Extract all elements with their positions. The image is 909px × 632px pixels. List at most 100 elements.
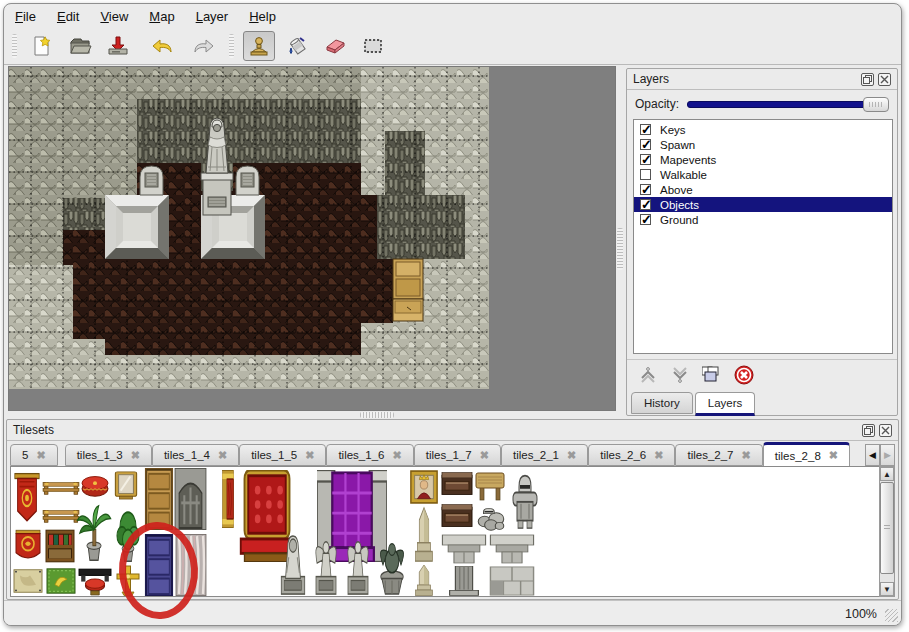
tileset-tab-tiles_1_3[interactable]: tiles_1_3✖ — [65, 444, 152, 466]
tile-loom[interactable] — [42, 475, 80, 499]
menu-edit[interactable]: Edit — [57, 9, 79, 24]
splitter-vertical-grip[interactable] — [617, 228, 623, 270]
tile-red-pouf[interactable] — [79, 470, 111, 500]
tileset-scrollbar[interactable]: ▲ ▼ — [879, 466, 895, 597]
tile-parchment[interactable] — [12, 566, 44, 596]
raise-layer-button[interactable] — [637, 364, 659, 386]
map-viewport[interactable] — [8, 66, 616, 411]
layer-row-walkable[interactable]: Walkable — [634, 167, 892, 182]
tileset-tab-tiles_1_4[interactable]: tiles_1_4✖ — [152, 444, 239, 466]
close-tab-icon[interactable]: ✖ — [654, 449, 663, 462]
splitter-horizontal-grip[interactable] — [360, 412, 394, 418]
tile-obelisk[interactable] — [409, 564, 439, 596]
layer-checkbox[interactable] — [640, 169, 651, 180]
layer-row-above[interactable]: Above — [634, 182, 892, 197]
tileset-tab-tiles_2_1[interactable]: tiles_2_1✖ — [501, 444, 588, 466]
close-tab-icon[interactable]: ✖ — [392, 449, 401, 462]
close-tab-icon[interactable]: ✖ — [218, 449, 227, 462]
close-tab-icon[interactable]: ✖ — [36, 449, 45, 462]
tabs-scroll-left-button[interactable]: ◀ — [865, 444, 880, 466]
layer-row-keys[interactable]: Keys — [634, 122, 892, 137]
close-tab-icon[interactable]: ✖ — [305, 449, 314, 462]
tileset-tab-tiles_2_7[interactable]: tiles_2_7✖ — [675, 444, 762, 466]
opacity-slider-handle[interactable] — [863, 97, 889, 112]
layer-checkbox[interactable] — [640, 154, 651, 165]
tile-bookshelf[interactable] — [44, 528, 76, 564]
tileset-tab-tiles_1_6[interactable]: tiles_1_6✖ — [326, 444, 413, 466]
menu-help[interactable]: Help — [249, 9, 276, 24]
tile-brown-shelf[interactable] — [441, 502, 473, 530]
layer-checkbox[interactable] — [640, 199, 651, 210]
layer-row-objects[interactable]: Objects — [634, 197, 892, 212]
tile-green-flag[interactable] — [45, 566, 77, 596]
layer-row-spawn[interactable]: Spawn — [634, 137, 892, 152]
tile-brown-shelf[interactable] — [441, 470, 473, 498]
tile-gargoyle-pot[interactable] — [374, 534, 410, 596]
tabs-scroll-right-button[interactable]: ▶ — [880, 444, 895, 466]
tile-palm-plant[interactable] — [75, 504, 113, 562]
eraser-tool-button[interactable] — [319, 31, 351, 61]
menu-map[interactable]: Map — [149, 9, 174, 24]
tile-stone-gate[interactable] — [174, 468, 207, 530]
tile-dragon-banner[interactable] — [12, 528, 44, 564]
tile-gold-column[interactable] — [219, 470, 237, 528]
tile-knight-armor[interactable] — [509, 470, 541, 530]
layer-checkbox[interactable] — [640, 124, 651, 135]
lower-layer-button[interactable] — [669, 364, 691, 386]
scroll-up-button[interactable]: ▲ — [880, 467, 894, 481]
fill-tool-button[interactable] — [281, 31, 313, 61]
stamp-tool-button[interactable] — [243, 31, 275, 61]
tile-obelisk[interactable] — [409, 506, 439, 562]
close-tab-icon[interactable]: ✖ — [480, 449, 489, 462]
tile-robed-statue[interactable] — [276, 534, 310, 596]
scrollbar-thumb[interactable] — [880, 482, 894, 574]
menu-file[interactable]: File — [15, 9, 36, 24]
tileset-tab-tiles_1_5[interactable]: tiles_1_5✖ — [239, 444, 326, 466]
opacity-slider[interactable] — [687, 96, 889, 112]
tileset-tab-tiles_2_6[interactable]: tiles_2_6✖ — [588, 444, 675, 466]
new-file-button[interactable] — [26, 31, 58, 61]
tile-wood-sign[interactable] — [474, 470, 506, 502]
tile-pillar-cap[interactable] — [441, 532, 487, 564]
tab-layers[interactable]: Layers — [695, 392, 756, 416]
select-tool-button[interactable] — [357, 31, 389, 61]
tab-history[interactable]: History — [631, 392, 693, 414]
toolbar-grip[interactable] — [12, 34, 17, 58]
layer-row-mapevents[interactable]: Mapevents — [634, 152, 892, 167]
tile-mirror[interactable] — [109, 470, 143, 500]
scroll-down-button[interactable]: ▼ — [880, 582, 894, 596]
tileset-tab-5[interactable]: 5✖ — [10, 444, 58, 466]
tileset-tab-tiles_1_7[interactable]: tiles_1_7✖ — [414, 444, 501, 466]
close-panel-button[interactable] — [878, 73, 891, 86]
toolbar-grip-2[interactable] — [229, 34, 234, 58]
undo-button[interactable] — [148, 31, 180, 61]
close-tab-icon[interactable]: ✖ — [567, 449, 576, 462]
float-panel-button[interactable] — [861, 73, 874, 86]
duplicate-layer-button[interactable] — [701, 364, 723, 386]
tile-table-stool[interactable] — [78, 563, 112, 596]
map-canvas[interactable] — [9, 67, 489, 389]
tile-stone-blocks[interactable] — [489, 566, 535, 596]
redo-button[interactable] — [186, 31, 218, 61]
tile-armor-pile[interactable] — [474, 504, 508, 532]
tile-angel-statue[interactable] — [310, 534, 342, 596]
tile-king-portrait[interactable] — [409, 470, 439, 504]
layer-checkbox[interactable] — [640, 214, 651, 225]
save-button[interactable] — [102, 31, 134, 61]
menu-view[interactable]: View — [100, 9, 128, 24]
layer-checkbox[interactable] — [640, 184, 651, 195]
layer-checkbox[interactable] — [640, 139, 651, 150]
tile-angel-statue[interactable] — [342, 534, 374, 596]
open-button[interactable] — [64, 31, 96, 61]
opacity-slider-track[interactable] — [687, 101, 887, 108]
resize-grip[interactable] — [885, 609, 898, 622]
float-tilesets-button[interactable] — [862, 424, 875, 437]
layer-row-ground[interactable]: Ground — [634, 212, 892, 227]
delete-layer-button[interactable] — [733, 364, 755, 386]
close-tilesets-button[interactable] — [879, 424, 892, 437]
tile-pillar-shaft[interactable] — [441, 566, 487, 596]
tile-pillar-cap[interactable] — [489, 532, 535, 564]
tile-red-banner[interactable] — [12, 472, 42, 524]
tileset-tab-tiles_2_8[interactable]: tiles_2_8✖ — [763, 442, 850, 466]
close-tab-icon[interactable]: ✖ — [829, 449, 838, 462]
